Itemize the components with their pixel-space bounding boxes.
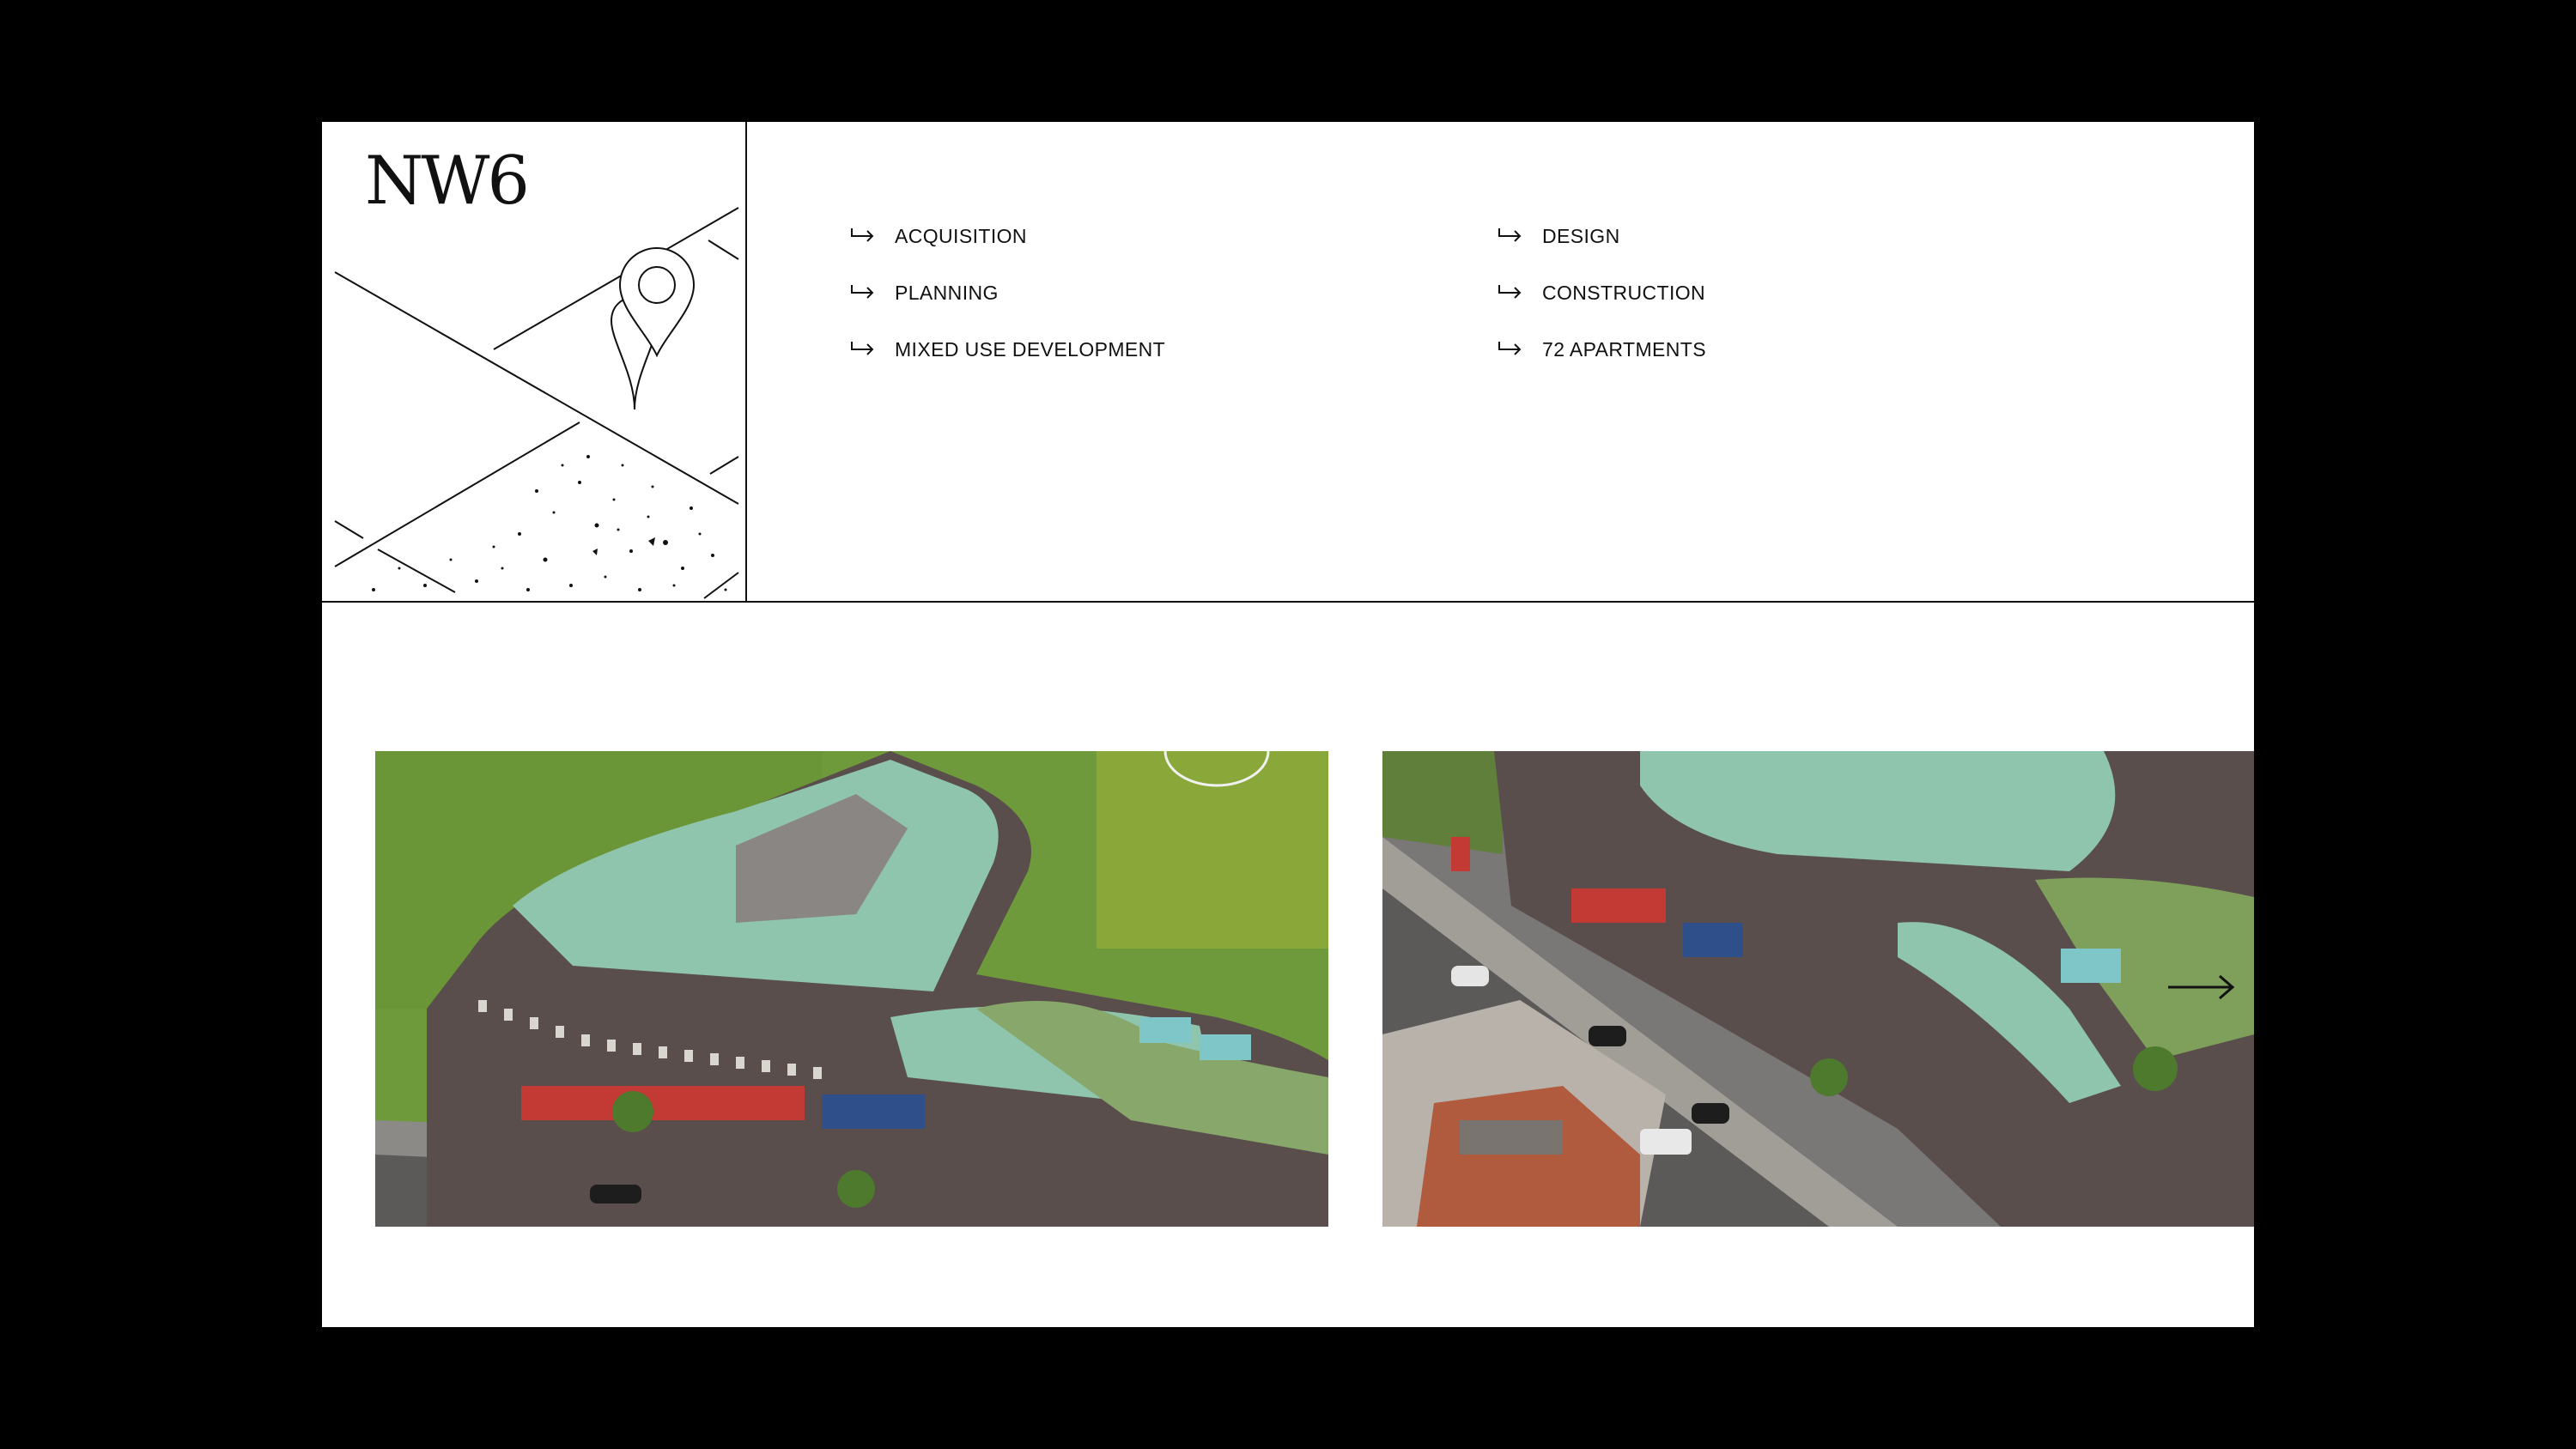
service-item: MIXED USE DEVELOPMENT	[850, 321, 1498, 378]
services-list: ACQUISITION PLANNING MIXED USE DEVELOPME…	[850, 208, 2138, 378]
services-column-right: DESIGN CONSTRUCTION 72 APARTMENTS	[1498, 208, 2013, 378]
service-label: CONSTRUCTION	[1542, 281, 1706, 304]
location-map: NW6	[322, 122, 747, 601]
service-label: 72 APARTMENTS	[1542, 337, 1706, 361]
project-card: NW6 ACQUISITION PLANNING MIXED USE DEVEL…	[322, 122, 2254, 1327]
service-label: PLANNING	[895, 281, 999, 304]
return-arrow-icon	[850, 227, 895, 246]
return-arrow-icon	[1498, 340, 1542, 359]
aerial-photo-1[interactable]	[375, 751, 1328, 1227]
return-arrow-icon	[1498, 283, 1542, 302]
aerial-photo-2[interactable]	[1382, 751, 2254, 1227]
project-header: NW6 ACQUISITION PLANNING MIXED USE DEVEL…	[322, 122, 2254, 603]
service-item: CONSTRUCTION	[1498, 264, 2013, 321]
service-label: MIXED USE DEVELOPMENT	[895, 337, 1166, 361]
service-label: ACQUISITION	[895, 224, 1027, 247]
service-item: ACQUISITION	[850, 208, 1498, 264]
project-title: NW6	[365, 142, 530, 220]
map-texture	[372, 455, 727, 591]
services-column-left: ACQUISITION PLANNING MIXED USE DEVELOPME…	[850, 208, 1498, 378]
return-arrow-icon	[1498, 227, 1542, 246]
service-item: DESIGN	[1498, 208, 2013, 264]
service-item: 72 APARTMENTS	[1498, 321, 2013, 378]
return-arrow-icon	[850, 340, 895, 359]
service-label: DESIGN	[1542, 224, 1620, 247]
service-item: PLANNING	[850, 264, 1498, 321]
return-arrow-icon	[850, 283, 895, 302]
